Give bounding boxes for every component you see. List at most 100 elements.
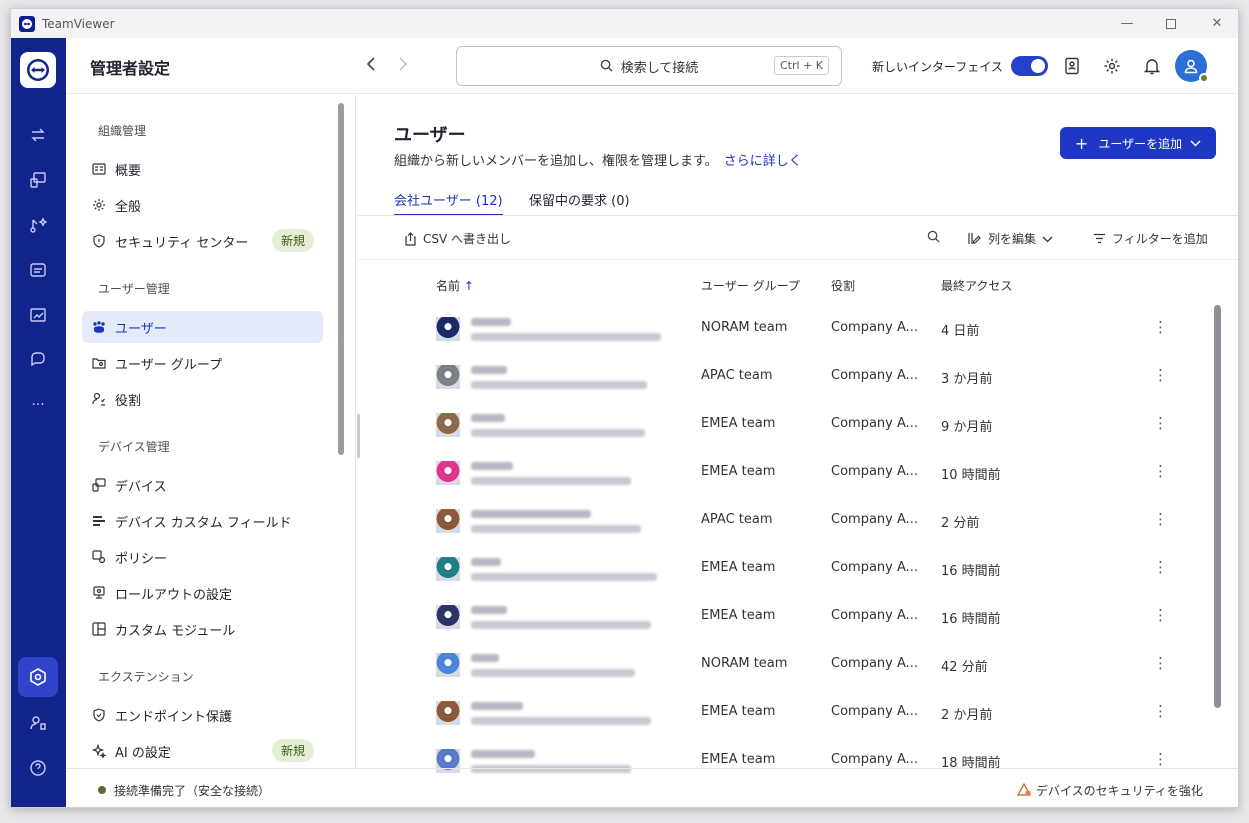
row-more-options-icon[interactable]: ⋮ — [1153, 702, 1168, 720]
sidebar-item-general[interactable]: 全般 — [82, 189, 323, 221]
bell-icon[interactable] — [1141, 55, 1163, 77]
user-avatar — [436, 509, 460, 533]
table-toolbar: CSV へ書き出し 列を編集 フィルターを追加 — [357, 216, 1238, 260]
learn-more-link[interactable]: さらに詳しく — [724, 154, 802, 169]
sessions-icon[interactable] — [25, 257, 51, 283]
sidebar-item-roles[interactable]: 役割 — [82, 383, 323, 415]
row-more-options-icon[interactable]: ⋮ — [1153, 558, 1168, 576]
admin-settings-icon[interactable] — [18, 657, 58, 697]
sidebar-item-ai-settings[interactable]: AI の設定 新規 — [82, 735, 323, 767]
connect-arrows-icon[interactable] — [25, 122, 51, 148]
row-more-options-icon[interactable]: ⋮ — [1153, 318, 1168, 336]
people-icon[interactable] — [25, 710, 51, 736]
role-icon — [91, 391, 107, 407]
sidebar-item-security-center[interactable]: セキュリティ センター 新規 — [82, 225, 323, 257]
role-cell: Company A... — [831, 656, 919, 671]
user-avatar — [436, 653, 460, 677]
last-access-cell: 3 か月前 — [941, 372, 993, 387]
status-footer: 接続準備完了（安全な接続） デバイスのセキュリティを強化 — [66, 768, 1238, 807]
device-icon — [91, 477, 107, 493]
teamviewer-home-icon[interactable] — [20, 52, 56, 88]
section-org-management: 組織管理 — [98, 124, 147, 138]
table-row[interactable]: EMEA team Company A... 16 時間前 ⋮ — [357, 593, 1217, 641]
add-user-button[interactable]: + ユーザーを追加 — [1060, 127, 1216, 159]
column-header-user-group[interactable]: ユーザー グループ — [701, 277, 800, 294]
users-icon — [91, 319, 107, 335]
table-row[interactable]: NORAM team Company A... 4 日前 ⋮ — [357, 305, 1217, 353]
table-row[interactable]: EMEA team Company A... 9 か月前 ⋮ — [357, 401, 1217, 449]
export-csv-button[interactable]: CSV へ書き出し — [404, 230, 511, 247]
sidebar-item-custom-modules[interactable]: カスタム モジュール — [82, 613, 323, 645]
contacts-book-icon[interactable] — [1061, 55, 1083, 77]
maximize-button[interactable] — [1148, 9, 1194, 38]
search-shortcut: Ctrl + K — [774, 56, 829, 75]
back-arrow-icon[interactable] — [364, 56, 378, 76]
user-avatar — [436, 605, 460, 629]
sidebar-item-devices[interactable]: デバイス — [82, 469, 323, 501]
user-avatar — [436, 461, 460, 485]
sidebar-item-policies[interactable]: ポリシー — [82, 541, 323, 573]
row-more-options-icon[interactable]: ⋮ — [1153, 654, 1168, 672]
column-header-last-access[interactable]: 最終アクセス — [941, 277, 1012, 294]
sidebar-item-device-custom-fields[interactable]: デバイス カスタム フィールド — [82, 505, 323, 537]
settings-sidebar: 組織管理 概要 全般 セキュリティ センター 新規 ユーザー管理 ユーザー ユー… — [66, 95, 356, 768]
chat-icon[interactable] — [25, 347, 51, 373]
column-header-role[interactable]: 役割 — [831, 277, 855, 294]
role-cell: Company A... — [831, 512, 919, 527]
remote-management-icon[interactable] — [25, 212, 51, 238]
policy-icon — [91, 549, 107, 565]
row-more-options-icon[interactable]: ⋮ — [1153, 462, 1168, 480]
user-group-icon — [91, 355, 107, 371]
sidebar-item-rollout-settings[interactable]: ロールアウトの設定 — [82, 577, 323, 609]
add-filter-button[interactable]: フィルターを追加 — [1093, 230, 1208, 247]
table-row[interactable]: NORAM team Company A... 42 分前 ⋮ — [357, 641, 1217, 689]
user-avatar — [436, 557, 460, 581]
search-box[interactable]: 検索して接続 Ctrl + K — [456, 46, 842, 86]
forward-arrow-icon[interactable] — [396, 56, 410, 76]
users-subtitle: 組織から新しいメンバーを追加し、権限を管理します。 さらに詳しく — [394, 154, 802, 169]
row-more-options-icon[interactable]: ⋮ — [1153, 510, 1168, 528]
reports-icon[interactable] — [25, 302, 51, 328]
table-search-icon[interactable] — [927, 230, 940, 243]
redacted-name — [471, 318, 511, 326]
close-button[interactable]: ✕ — [1194, 9, 1238, 38]
sidebar-item-user-groups[interactable]: ユーザー グループ — [82, 347, 323, 379]
redacted-name — [471, 510, 591, 518]
columns-edit-icon — [968, 232, 982, 245]
table-row[interactable]: EMEA team Company A... 16 時間前 ⋮ — [357, 545, 1217, 593]
redacted-name — [471, 414, 505, 422]
table-row[interactable]: APAC team Company A... 2 分前 ⋮ — [357, 497, 1217, 545]
redacted-name — [471, 366, 507, 374]
role-cell: Company A... — [831, 320, 919, 335]
user-avatar[interactable] — [1175, 50, 1209, 83]
minimize-button[interactable]: — — [1104, 9, 1150, 38]
more-icon[interactable]: ··· — [25, 392, 51, 418]
new-badge: 新規 — [271, 229, 314, 252]
edit-columns-button[interactable]: 列を編集 — [968, 230, 1053, 247]
custom-field-icon — [91, 513, 107, 529]
new-interface-toggle[interactable] — [1011, 56, 1048, 76]
sidebar-scrollbar[interactable] — [338, 103, 344, 455]
table-scrollbar[interactable] — [1214, 305, 1221, 708]
help-icon[interactable] — [25, 755, 51, 781]
tab-company-users[interactable]: 会社ユーザー (12) — [394, 190, 503, 216]
row-more-options-icon[interactable]: ⋮ — [1153, 366, 1168, 384]
row-more-options-icon[interactable]: ⋮ — [1153, 414, 1168, 432]
main-panel: 管理者設定 検索して接続 Ctrl + K 新しいインターフェイス 組織管理 概… — [66, 38, 1238, 807]
chevron-down-icon — [1190, 136, 1201, 150]
device-security-link[interactable]: デバイスのセキュリティを強化 — [1016, 782, 1203, 799]
user-group-cell: EMEA team — [701, 464, 776, 479]
table-row[interactable]: APAC team Company A... 3 か月前 ⋮ — [357, 353, 1217, 401]
devices-icon[interactable] — [25, 167, 51, 193]
column-header-name[interactable]: 名前 ↑ — [436, 277, 474, 294]
sidebar-item-overview[interactable]: 概要 — [82, 153, 323, 185]
row-more-options-icon[interactable]: ⋮ — [1153, 750, 1168, 768]
table-row[interactable]: EMEA team Company A... 2 か月前 ⋮ — [357, 689, 1217, 737]
sidebar-item-endpoint-protection[interactable]: エンドポイント保護 — [82, 699, 323, 731]
gear-icon[interactable] — [1101, 55, 1123, 77]
row-more-options-icon[interactable]: ⋮ — [1153, 606, 1168, 624]
tab-pending-requests[interactable]: 保留中の要求 (0) — [529, 190, 630, 216]
gear-icon — [91, 197, 107, 213]
sidebar-item-users[interactable]: ユーザー — [82, 311, 323, 343]
table-row[interactable]: EMEA team Company A... 10 時間前 ⋮ — [357, 449, 1217, 497]
